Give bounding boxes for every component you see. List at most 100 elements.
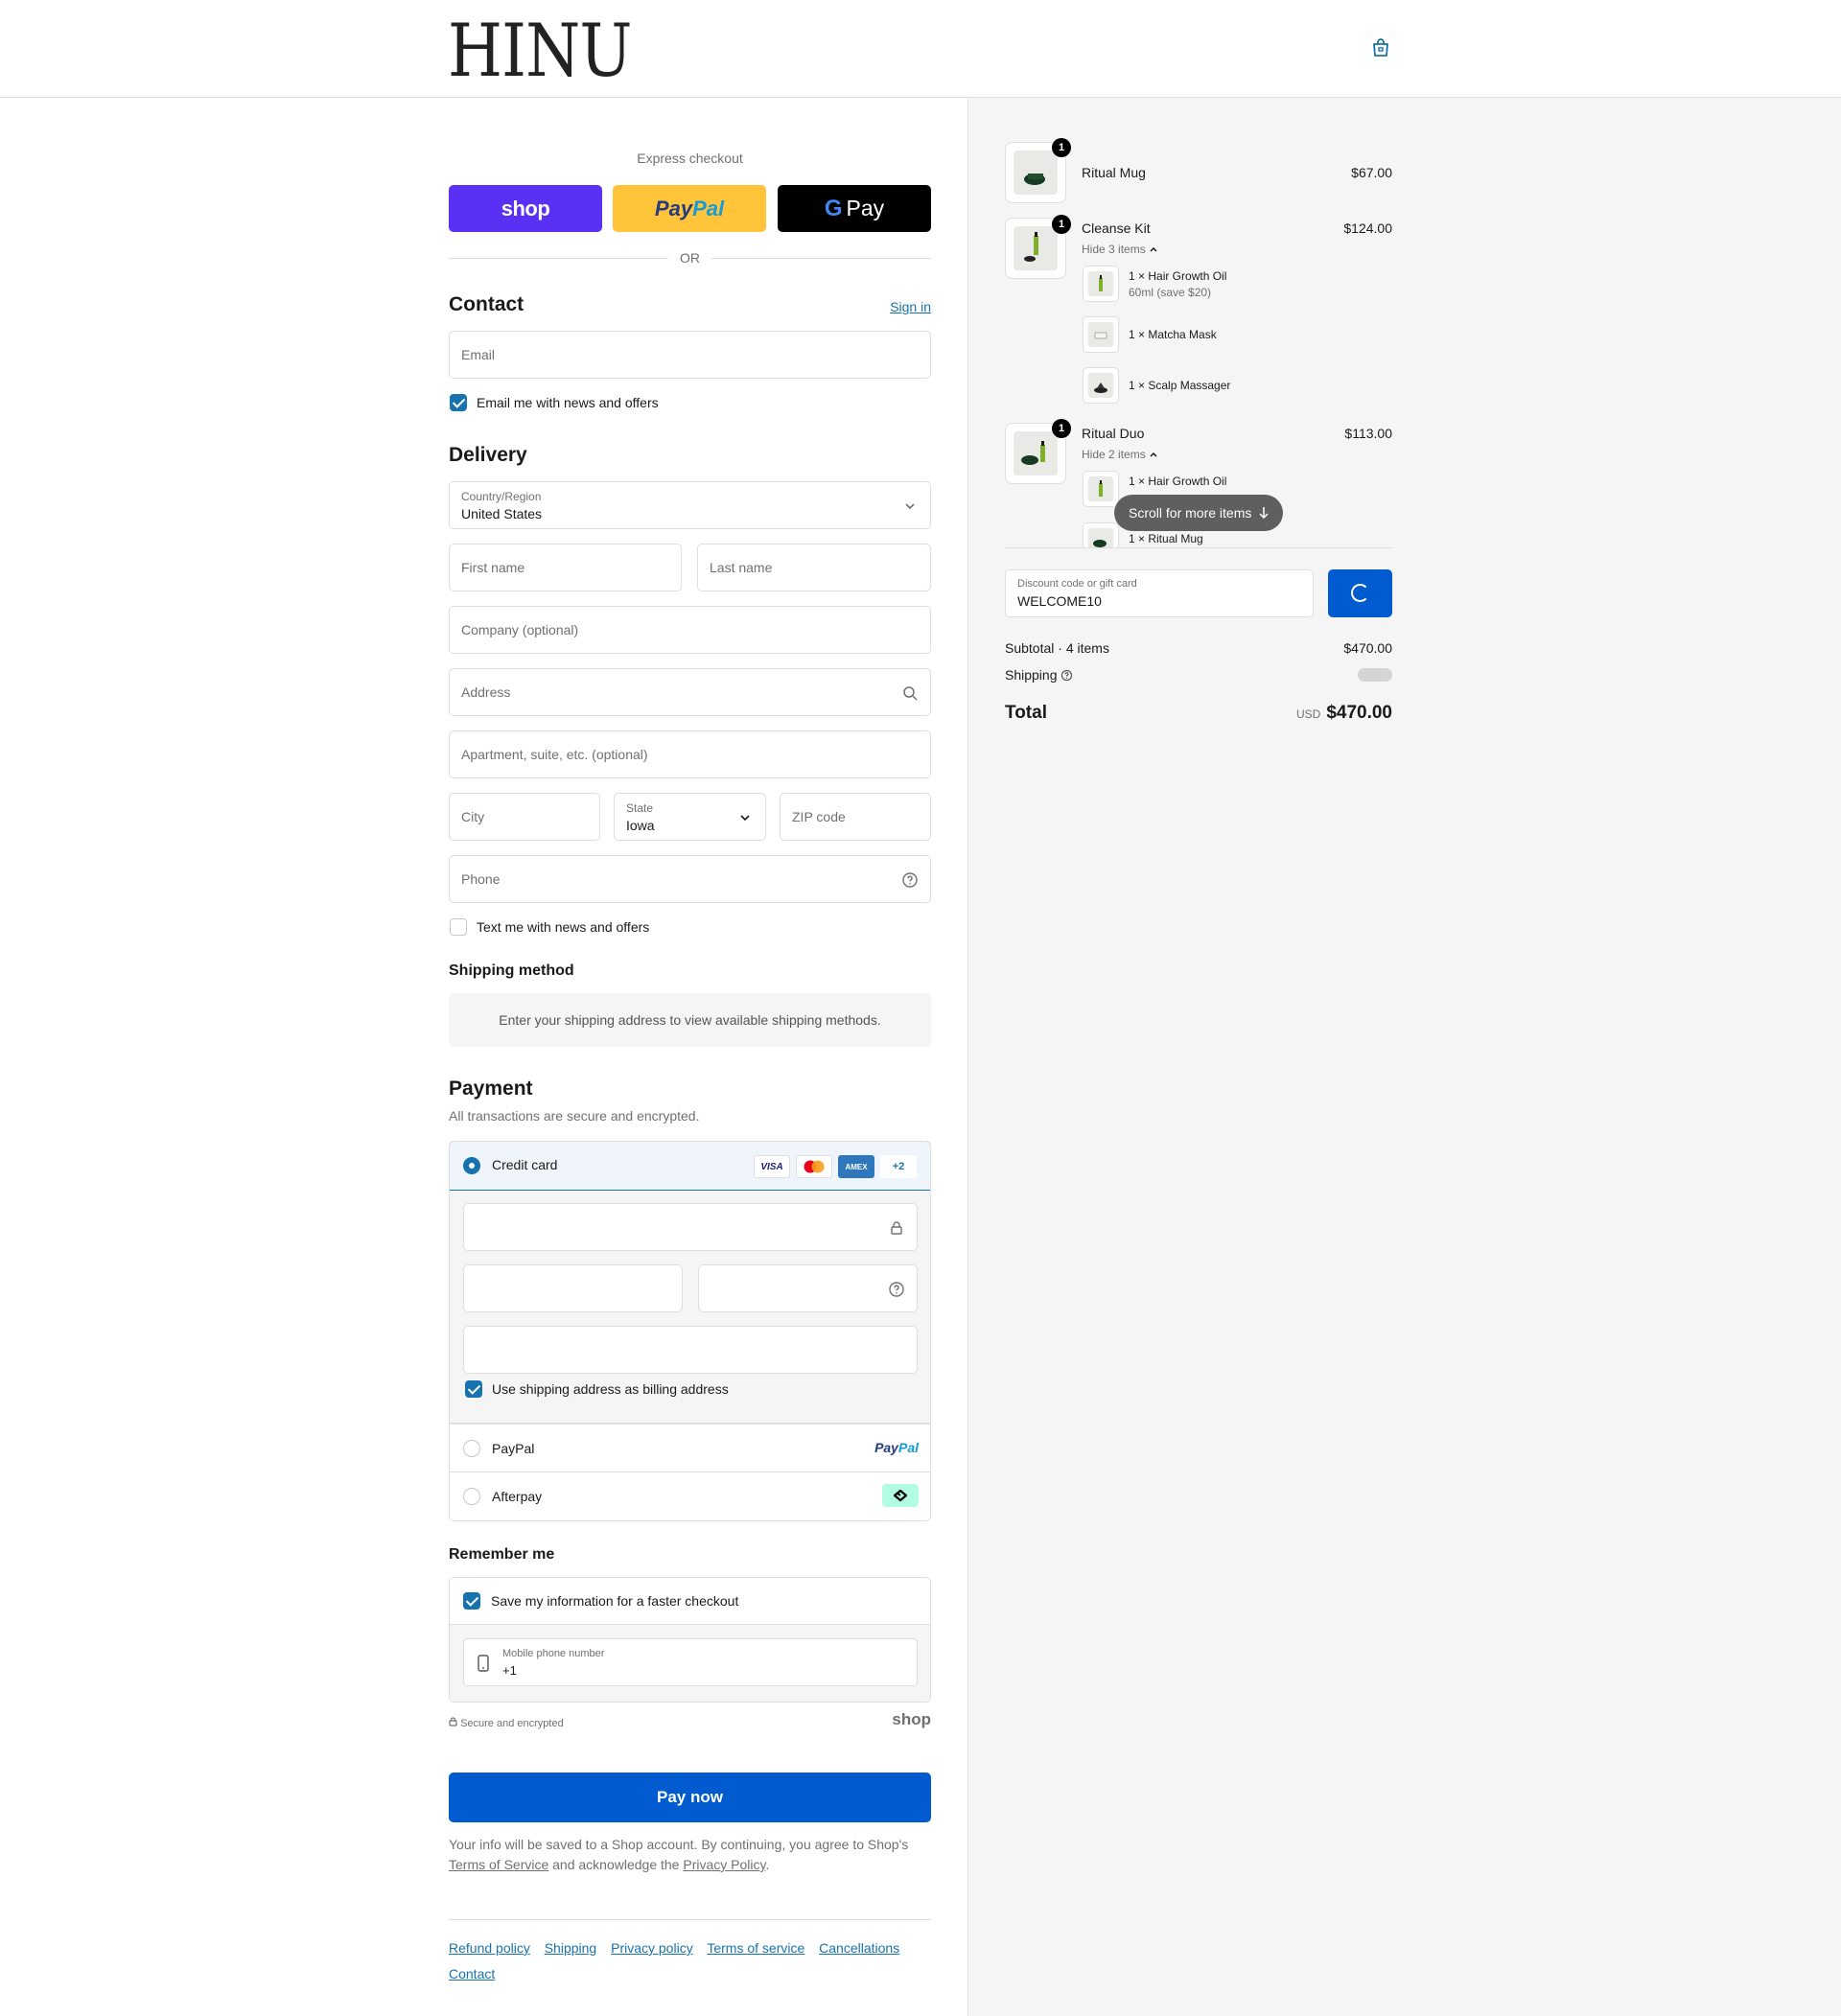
shop-pay-button[interactable]: shop <box>449 185 602 232</box>
email-news-checkbox[interactable] <box>450 394 467 411</box>
hide-items-toggle[interactable]: Hide 2 items <box>1082 448 1158 461</box>
remember-me-title: Remember me <box>449 1546 555 1563</box>
paypal-logo-pay: Pay <box>874 1440 898 1455</box>
zip-placeholder: ZIP code <box>792 809 846 824</box>
email-field[interactable]: Email <box>449 331 931 379</box>
mobile-phone-label: Mobile phone number <box>502 1648 605 1659</box>
shipping-policy-link[interactable]: Shipping <box>545 1940 597 1956</box>
discount-label: Discount code or gift card <box>1017 578 1137 590</box>
state-select[interactable]: State Iowa <box>614 793 766 841</box>
paypal-option[interactable]: PayPal PayPal <box>450 1424 930 1471</box>
apartment-field[interactable]: Apartment, suite, etc. (optional) <box>449 730 931 778</box>
afterpay-logo-icon <box>882 1484 919 1507</box>
discount-code-field[interactable]: Discount code or gift card WELCOME10 <box>1005 569 1314 617</box>
afterpay-option-label: Afterpay <box>492 1489 543 1504</box>
paypal-option-label: PayPal <box>492 1441 535 1456</box>
item-price: $113.00 <box>1344 426 1392 441</box>
terms-of-service-footer-link[interactable]: Terms of service <box>707 1940 804 1956</box>
paypal-pay-text: Pay <box>654 196 693 220</box>
first-name-field[interactable]: First name <box>449 544 682 591</box>
card-number-field[interactable] <box>463 1203 918 1251</box>
name-on-card-field[interactable] <box>463 1326 918 1374</box>
quantity-badge: 1 <box>1052 215 1071 234</box>
amex-icon: AMEX <box>838 1155 874 1178</box>
save-info-checkbox[interactable] <box>463 1592 480 1610</box>
cancellations-link[interactable]: Cancellations <box>819 1940 899 1956</box>
country-value: United States <box>461 506 543 521</box>
store-logo[interactable]: HINU <box>448 10 633 92</box>
state-value: Iowa <box>626 818 655 833</box>
last-name-placeholder: Last name <box>710 560 773 575</box>
item-price: $67.00 <box>1351 165 1392 180</box>
zip-field[interactable]: ZIP code <box>780 793 931 841</box>
afterpay-option[interactable]: Afterpay <box>450 1471 930 1519</box>
shopping-bag-icon[interactable] <box>1369 36 1392 59</box>
sub-item-title: 1 × Hair Growth Oil <box>1129 269 1227 283</box>
billing-address-checkbox[interactable] <box>465 1380 482 1398</box>
lock-icon <box>449 1717 457 1726</box>
state-label: State <box>626 801 654 815</box>
terms-of-service-link[interactable]: Terms of Service <box>449 1857 548 1872</box>
contact-title: Contact <box>449 293 524 315</box>
sub-item-title: 1 × Hair Growth Oil <box>1129 475 1227 488</box>
arrow-down-icon <box>1259 507 1269 520</box>
phone-placeholder: Phone <box>461 871 501 887</box>
expiration-field[interactable] <box>463 1264 683 1312</box>
hide-items-toggle[interactable]: Hide 3 items <box>1082 243 1158 256</box>
google-pay-button[interactable]: G Pay <box>778 185 931 232</box>
scroll-for-more-items-button[interactable]: Scroll for more items <box>1114 495 1283 531</box>
sub-item-thumbnail <box>1083 316 1119 353</box>
legal-text-2: and acknowledge the <box>552 1857 680 1872</box>
paypal-button[interactable]: Pay Pal <box>613 185 766 232</box>
help-circle-icon[interactable] <box>1060 669 1073 682</box>
afterpay-radio[interactable] <box>463 1488 480 1505</box>
apply-discount-button[interactable] <box>1328 569 1392 617</box>
footer-divider <box>449 1919 931 1920</box>
refund-policy-link[interactable]: Refund policy <box>449 1940 530 1956</box>
paypal-logo-pal: Pal <box>897 1440 919 1455</box>
pay-now-button[interactable]: Pay now <box>449 1773 931 1822</box>
shop-pay-label: shop <box>501 196 550 220</box>
city-field[interactable]: City <box>449 793 600 841</box>
google-pay-label: Pay <box>846 196 885 220</box>
email-news-label: Email me with news and offers <box>477 395 659 410</box>
remember-me-box: Save my information for a faster checkou… <box>449 1577 931 1703</box>
phone-field[interactable]: Phone <box>449 855 931 903</box>
mastercard-icon <box>796 1155 832 1178</box>
total-value: USD $470.00 <box>1247 703 1392 724</box>
more-cards-badge: +2 <box>880 1155 917 1178</box>
sub-item-title: 1 × Matcha Mask <box>1129 328 1217 341</box>
chevron-down-icon <box>905 503 915 510</box>
privacy-policy-link[interactable]: Privacy Policy <box>683 1857 765 1872</box>
quantity-badge: 1 <box>1052 419 1071 438</box>
visa-icon: VISA <box>754 1155 790 1178</box>
country-select[interactable]: Country/Region United States <box>449 481 931 529</box>
sub-item-thumbnail <box>1083 522 1119 547</box>
paypal-radio[interactable] <box>463 1440 480 1457</box>
google-g-icon: G <box>824 195 843 221</box>
credit-card-label: Credit card <box>492 1157 558 1172</box>
help-circle-icon[interactable] <box>888 1281 905 1298</box>
or-text: OR <box>680 250 700 266</box>
last-name-field[interactable]: Last name <box>697 544 931 591</box>
sign-in-link[interactable]: Sign in <box>890 299 931 314</box>
credit-card-radio[interactable] <box>463 1157 480 1174</box>
address-field[interactable]: Address <box>449 668 931 716</box>
delivery-title: Delivery <box>449 444 527 466</box>
credit-card-option[interactable]: Credit card VISA AMEX +2 <box>450 1142 930 1191</box>
hide-items-label: Hide 3 items <box>1082 243 1146 256</box>
billing-address-label: Use shipping address as billing address <box>492 1381 729 1397</box>
sub-item-thumbnail <box>1083 471 1119 507</box>
mobile-phone-field[interactable]: Mobile phone number +1 <box>463 1638 918 1686</box>
item-title: Ritual Mug <box>1082 165 1146 180</box>
quantity-badge: 1 <box>1052 138 1071 157</box>
address-placeholder: Address <box>461 684 511 700</box>
subtotal-value: $470.00 <box>1343 640 1392 656</box>
city-placeholder: City <box>461 809 485 824</box>
privacy-policy-footer-link[interactable]: Privacy policy <box>611 1940 693 1956</box>
help-circle-icon[interactable] <box>901 871 919 889</box>
company-field[interactable]: Company (optional) <box>449 606 931 654</box>
security-code-field[interactable] <box>698 1264 918 1312</box>
sms-news-checkbox[interactable] <box>450 918 467 936</box>
contact-link[interactable]: Contact <box>449 1966 495 1981</box>
